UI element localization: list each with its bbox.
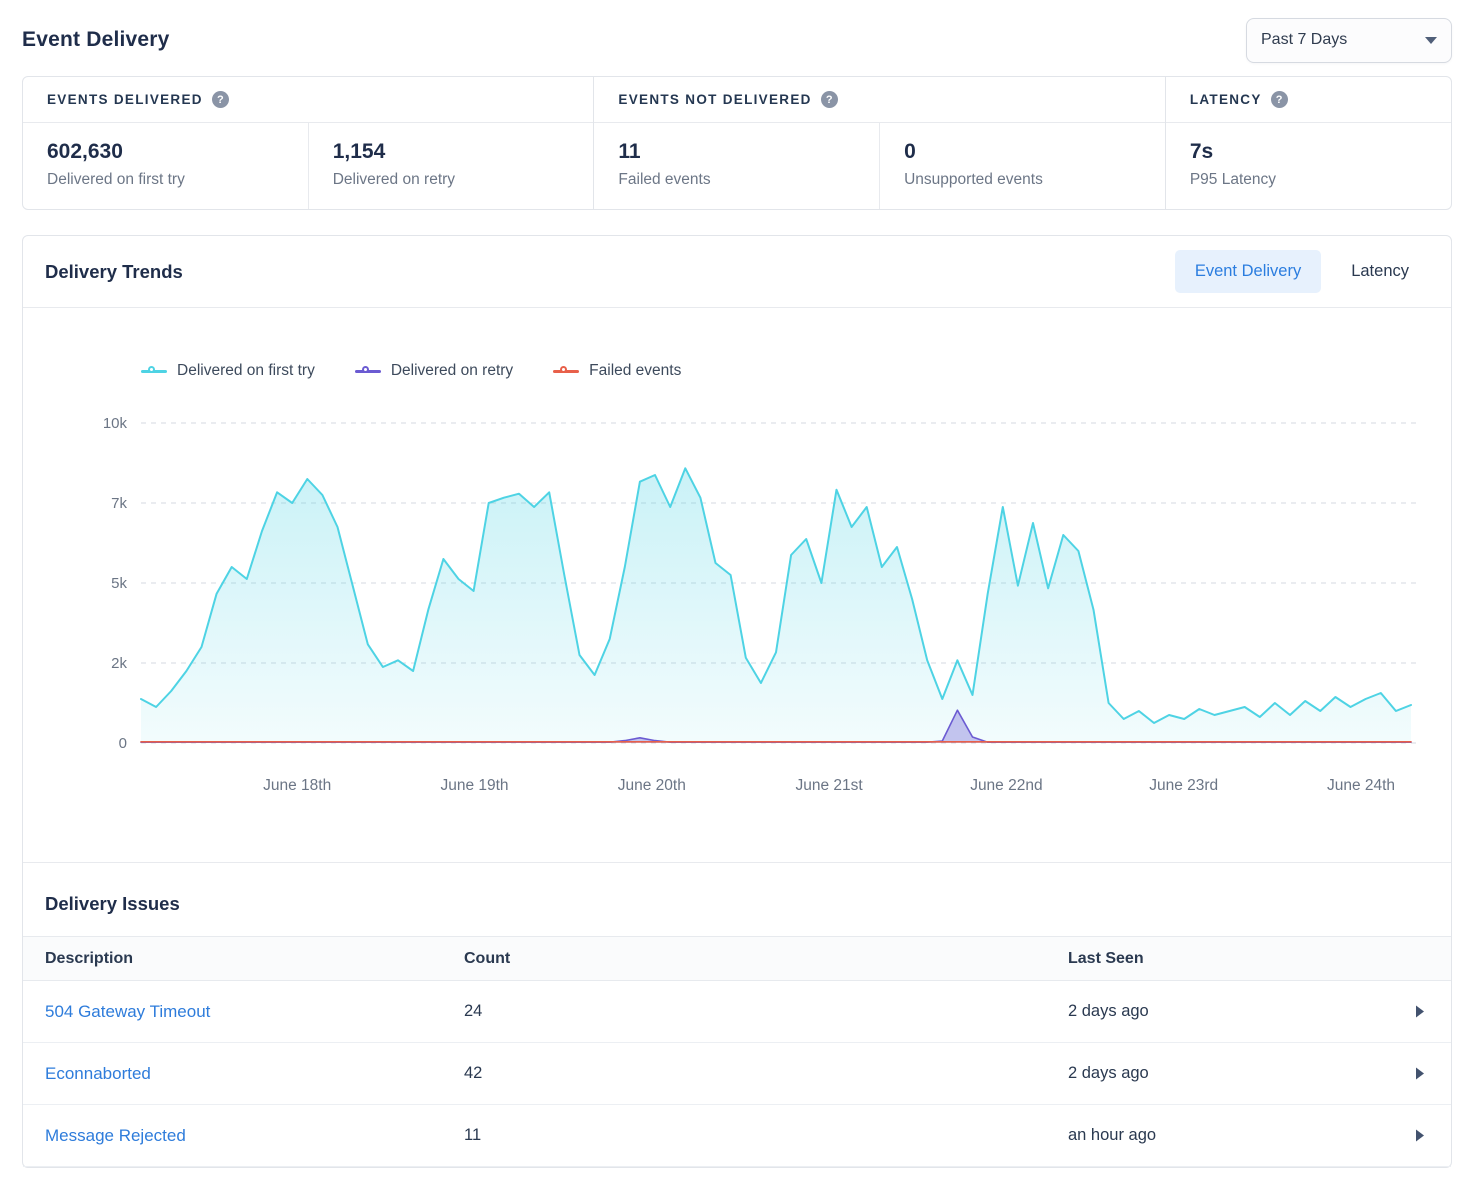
issue-count: 42 xyxy=(464,1064,1068,1083)
date-range-select[interactable]: Past 7 Days xyxy=(1246,18,1452,63)
page-title: Event Delivery xyxy=(22,28,170,52)
metric-label: Unsupported events xyxy=(904,171,1141,189)
issue-count: 24 xyxy=(464,1002,1068,1021)
stat-body: 602,630 Delivered on first try 1,154 Del… xyxy=(23,123,593,209)
stat-body: 11 Failed events 0 Unsupported events xyxy=(594,123,1164,209)
legend-marker-icon xyxy=(141,370,167,373)
svg-text:June 18th: June 18th xyxy=(263,777,331,794)
issue-last-seen: 2 days ago xyxy=(1068,1002,1381,1021)
svg-text:0: 0 xyxy=(119,735,127,752)
stat-group-latency: LATENCY ? 7s P95 Latency xyxy=(1165,77,1451,209)
legend-label: Delivered on retry xyxy=(391,362,513,380)
svg-text:5k: 5k xyxy=(111,575,127,592)
metric-unsupported-events: 0 Unsupported events xyxy=(879,123,1165,209)
svg-text:June 24th: June 24th xyxy=(1327,777,1395,794)
stat-group-header: LATENCY ? xyxy=(1166,77,1451,123)
legend-marker-icon xyxy=(355,370,381,373)
svg-text:June 22nd: June 22nd xyxy=(970,777,1042,794)
stat-group-events-not-delivered: EVENTS NOT DELIVERED ? 11 Failed events … xyxy=(593,77,1164,209)
metric-value: 7s xyxy=(1190,140,1427,164)
delivery-issues-section: Delivery Issues Description Count Last S… xyxy=(23,862,1451,1167)
issues-title: Delivery Issues xyxy=(23,863,1451,936)
page-header: Event Delivery Past 7 Days xyxy=(22,12,1452,68)
legend-label: Delivered on first try xyxy=(177,362,315,380)
event-delivery-page: Event Delivery Past 7 Days EVENTS DELIVE… xyxy=(0,0,1474,1168)
stat-body: 7s P95 Latency xyxy=(1166,123,1451,209)
delivery-trends-card: Delivery Trends Event Delivery Latency D… xyxy=(22,235,1452,1168)
issue-last-seen: 2 days ago xyxy=(1068,1064,1381,1083)
legend-item-failed[interactable]: Failed events xyxy=(553,362,681,380)
help-icon[interactable]: ? xyxy=(821,91,838,108)
stat-group-header: EVENTS NOT DELIVERED ? xyxy=(594,77,1164,123)
legend-label: Failed events xyxy=(589,362,681,380)
trends-tabs: Event Delivery Latency xyxy=(1175,250,1429,293)
col-head-description: Description xyxy=(45,950,464,968)
legend-item-retry[interactable]: Delivered on retry xyxy=(355,362,513,380)
metric-value: 0 xyxy=(904,140,1141,164)
chevron-right-icon[interactable] xyxy=(1411,1001,1429,1022)
svg-text:June 19th: June 19th xyxy=(440,777,508,794)
issue-link[interactable]: Message Rejected xyxy=(45,1126,464,1146)
stat-group-events-delivered: EVENTS DELIVERED ? 602,630 Delivered on … xyxy=(23,77,593,209)
svg-text:June 21st: June 21st xyxy=(795,777,863,794)
stats-summary-card: EVENTS DELIVERED ? 602,630 Delivered on … xyxy=(22,76,1452,210)
trends-title: Delivery Trends xyxy=(45,261,183,283)
metric-delivered-on-retry: 1,154 Delivered on retry xyxy=(308,123,594,209)
chevron-right-icon[interactable] xyxy=(1411,1125,1429,1146)
svg-text:10k: 10k xyxy=(103,415,128,432)
date-range-value: Past 7 Days xyxy=(1261,31,1347,49)
tab-event-delivery[interactable]: Event Delivery xyxy=(1175,250,1321,293)
col-head-last-seen: Last Seen xyxy=(1068,950,1381,968)
issue-link[interactable]: 504 Gateway Timeout xyxy=(45,1002,464,1022)
legend-item-first-try[interactable]: Delivered on first try xyxy=(141,362,315,380)
metric-label: P95 Latency xyxy=(1190,171,1427,189)
legend-marker-icon xyxy=(553,370,579,373)
metric-delivered-first-try: 602,630 Delivered on first try xyxy=(23,123,308,209)
trends-header: Delivery Trends Event Delivery Latency xyxy=(23,236,1451,308)
metric-label: Delivered on first try xyxy=(47,171,284,189)
col-head-count: Count xyxy=(464,950,1068,968)
svg-text:June 20th: June 20th xyxy=(618,777,686,794)
svg-text:June 23rd: June 23rd xyxy=(1149,777,1218,794)
metric-label: Delivered on retry xyxy=(333,171,570,189)
tab-latency[interactable]: Latency xyxy=(1331,250,1429,293)
issues-table-header: Description Count Last Seen xyxy=(23,936,1451,981)
svg-text:2k: 2k xyxy=(111,655,127,672)
stat-group-title: EVENTS DELIVERED xyxy=(47,92,203,107)
issue-row-econnaborted[interactable]: Econnaborted 42 2 days ago xyxy=(23,1043,1451,1105)
issue-link[interactable]: Econnaborted xyxy=(45,1064,464,1084)
stat-group-title: EVENTS NOT DELIVERED xyxy=(618,92,811,107)
chevron-right-icon[interactable] xyxy=(1411,1063,1429,1084)
metric-value: 1,154 xyxy=(333,140,570,164)
metric-failed-events: 11 Failed events xyxy=(594,123,879,209)
chart-section: Delivered on first try Delivered on retr… xyxy=(23,362,1451,862)
metric-value: 602,630 xyxy=(47,140,284,164)
stat-group-title: LATENCY xyxy=(1190,92,1262,107)
delivery-trends-chart[interactable]: 0 2k 5k 7k 10k June 18th June 19th June 20th Jun… xyxy=(23,390,1451,810)
metric-label: Failed events xyxy=(618,171,855,189)
metric-p95-latency: 7s P95 Latency xyxy=(1166,123,1451,209)
issue-row-504-gateway-timeout[interactable]: 504 Gateway Timeout 24 2 days ago xyxy=(23,981,1451,1043)
issue-row-message-rejected[interactable]: Message Rejected 11 an hour ago xyxy=(23,1105,1451,1167)
help-icon[interactable]: ? xyxy=(212,91,229,108)
chart-legend: Delivered on first try Delivered on retr… xyxy=(141,362,1451,380)
metric-value: 11 xyxy=(618,140,855,164)
stat-group-header: EVENTS DELIVERED ? xyxy=(23,77,593,123)
issue-count: 11 xyxy=(464,1126,1068,1145)
issue-last-seen: an hour ago xyxy=(1068,1126,1381,1145)
chevron-down-icon xyxy=(1425,37,1437,44)
svg-text:7k: 7k xyxy=(111,495,127,512)
help-icon[interactable]: ? xyxy=(1271,91,1288,108)
